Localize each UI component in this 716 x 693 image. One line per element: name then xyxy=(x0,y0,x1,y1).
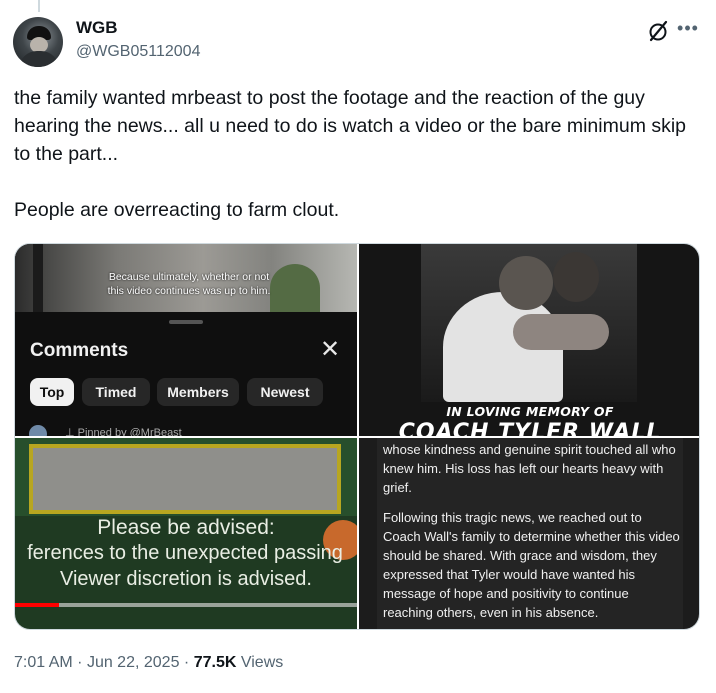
views-label: Views xyxy=(240,654,284,671)
thread-connector-line xyxy=(38,0,40,12)
chip-newest: Newest xyxy=(247,378,323,406)
grok-icon[interactable] xyxy=(646,19,670,43)
media-memorial-photo[interactable]: IN LOVING MEMORY OF COACH TYLER WALL xyxy=(359,244,699,436)
media-comments-screenshot[interactable]: Because ultimately, whether or not this … xyxy=(15,244,357,436)
more-icon[interactable]: ••• xyxy=(677,19,699,42)
memorial-line1: IN LOVING MEMORY OF xyxy=(446,404,614,419)
pinned-avatar xyxy=(29,425,47,436)
author-handle[interactable]: @WGB05112004 xyxy=(76,43,200,61)
comments-sheet: Comments ✕ Top Timed Members Newest ⊥ Pi… xyxy=(15,312,357,436)
chip-timed: Timed xyxy=(82,378,150,406)
tweet-time[interactable]: 7:01 AM xyxy=(14,654,73,671)
media-grid[interactable]: Because ultimately, whether or not this … xyxy=(14,243,700,630)
video-frame: Because ultimately, whether or not this … xyxy=(15,244,357,312)
media-statement[interactable]: whose kindness and genuine spirit touche… xyxy=(359,438,699,629)
video-caption: Because ultimately, whether or not this … xyxy=(107,271,271,297)
chip-members: Members xyxy=(157,378,239,406)
comments-title: Comments xyxy=(30,340,129,361)
statement-para1: whose kindness and genuine spirit touche… xyxy=(383,442,676,495)
advisory-line3: Viewer discretion is advised. xyxy=(60,568,312,590)
advisory-line2: ferences to the unexpected passing xyxy=(27,542,343,564)
video-frame-plant xyxy=(270,264,320,312)
embrace-photo xyxy=(421,244,637,402)
pinned-text: Pinned by @MrBeast xyxy=(77,427,182,436)
advisory-line1: Please be advised: xyxy=(97,516,275,539)
photo-head-left xyxy=(499,256,553,310)
author-name[interactable]: WGB xyxy=(76,18,118,38)
pinned-label: ⊥ Pinned by @MrBeast xyxy=(65,426,182,436)
meta-separator: · xyxy=(183,654,190,671)
avatar[interactable] xyxy=(13,17,63,67)
tweet-meta: 7:01 AM · Jun 22, 2025 · 77.5K Views xyxy=(14,654,283,672)
close-icon: ✕ xyxy=(320,336,341,363)
video-progress-bar[interactable] xyxy=(15,603,357,607)
meta-separator: · xyxy=(77,654,83,671)
video-frame-post xyxy=(33,244,43,312)
pin-icon: ⊥ xyxy=(65,427,78,436)
avatar-body xyxy=(19,51,59,67)
tweet-text: the family wanted mrbeast to post the fo… xyxy=(14,87,687,221)
statement-para2: Following this tragic news, we reached o… xyxy=(383,510,680,620)
video-progress-fill xyxy=(15,603,60,607)
sheet-grabber xyxy=(169,320,203,324)
chip-top: Top xyxy=(30,378,74,406)
tweet-date[interactable]: Jun 22, 2025 xyxy=(87,654,180,671)
memorial-line2: COACH TYLER WALL xyxy=(398,420,662,436)
views-count[interactable]: 77.5K xyxy=(194,654,237,671)
media-advisory-frame[interactable]: Please be advised: ferences to the unexp… xyxy=(15,438,357,629)
photo-arm xyxy=(513,314,609,350)
photo-head-right xyxy=(553,252,599,302)
scoreboard xyxy=(29,444,341,514)
